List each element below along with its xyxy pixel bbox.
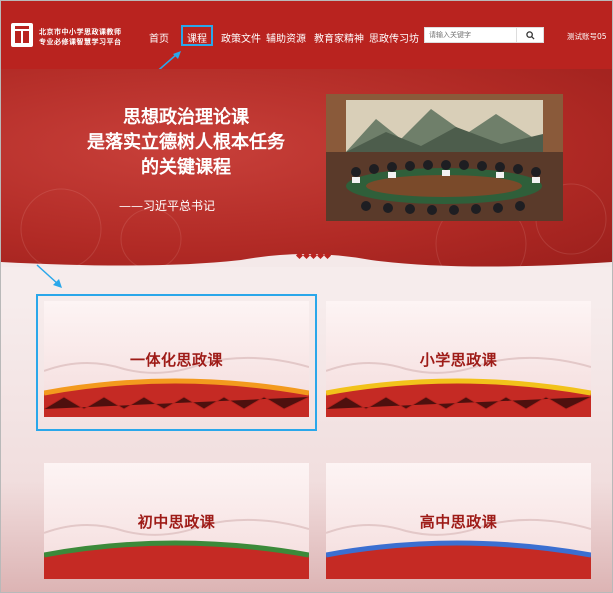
carousel-dot[interactable] [323,251,332,260]
course-card-title: 高中思政课 [419,513,498,531]
nav-policy-documents[interactable]: 政策文件 [221,30,261,45]
nav-courses-highlight [181,25,213,46]
course-card-title: 小学思政课 [419,351,498,369]
course-card-title: 初中思政课 [137,513,216,531]
quote-line: 思想政治理论课 [123,107,249,128]
site-header: 北京市中小学思政课教师 专业必修课智慧学习平台 首页 课程 政策文件 辅助资源 … [1,1,612,69]
hero-banner: 思想政治理论课 是落实立德树人根本任务 的关键课程 ——习近平总书记 [1,69,612,267]
search-box [424,27,544,43]
meeting-photo [326,94,563,221]
quote-author: ——习近平总书记 [119,199,216,213]
annotation-arrow-card [36,264,62,288]
banner-quote: 思想政治理论课 是落实立德树人根本任务 的关键课程 [61,105,311,180]
nav-educator-spirit[interactable]: 教育家精神 [314,30,364,45]
course-card-junior-high[interactable]: 初中思政课 [44,463,309,579]
platform-logo-icon [11,23,33,47]
carousel-indicators [295,251,332,260]
quote-line: 的关键课程 [141,157,231,178]
nav-home[interactable]: 首页 [149,30,169,45]
quote-line: 是落实立德树人根本任务 [87,132,285,153]
nav-auxiliary-resources[interactable]: 辅助资源 [266,30,306,45]
platform-name-line1: 北京市中小学思政课教师 [39,27,122,36]
platform-name: 北京市中小学思政课教师 专业必修课智慧学习平台 [39,27,122,47]
account-menu[interactable]: 测试账号05 [567,31,607,42]
browser-viewport: 北京市中小学思政课教师 专业必修课智慧学习平台 首页 课程 政策文件 辅助资源 … [0,0,613,593]
course-card-primary[interactable]: 小学思政课 [326,301,591,417]
course-card-senior-high[interactable]: 高中思政课 [326,463,591,579]
search-input[interactable] [427,28,519,42]
search-icon [525,30,535,40]
course-card-highlight [36,294,317,431]
platform-name-line2: 专业必修课智慧学习平台 [39,37,122,46]
search-button[interactable] [516,28,543,42]
nav-workshop[interactable]: 思政传习坊 [369,30,419,45]
